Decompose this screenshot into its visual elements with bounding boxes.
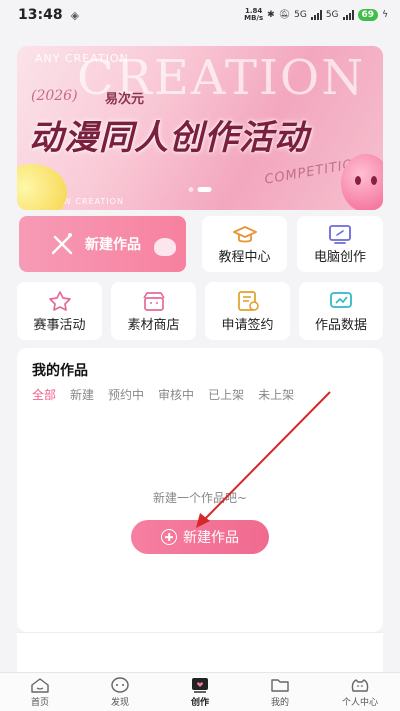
material-store-tile[interactable]: 素材商店 <box>111 282 196 340</box>
cat-mascot-icon <box>154 238 176 256</box>
filter-tab-published[interactable]: 已上架 <box>208 386 244 403</box>
nav-home-label: 首页 <box>30 697 49 708</box>
profile-icon <box>351 678 369 692</box>
graduation-cap-icon <box>232 226 257 243</box>
nav-discover[interactable]: 发现 <box>80 673 160 711</box>
pc-create-tile[interactable]: 电脑创作 <box>297 216 383 272</box>
work-data-tile[interactable]: 作品数据 <box>299 282 383 340</box>
sign-contract-tile[interactable]: 申请签约 <box>205 282 290 340</box>
discover-icon <box>111 676 129 693</box>
filter-tab-all[interactable]: 全部 <box>32 386 56 403</box>
contract-icon <box>237 291 259 311</box>
battery-indicator: 69 <box>357 9 379 21</box>
magic-wand-icon <box>51 233 73 255</box>
events-tile[interactable]: 赛事活动 <box>17 282 102 340</box>
bluetooth-icon: ✱ <box>267 10 275 20</box>
create-icon <box>192 677 208 693</box>
create-work-button[interactable]: 新建作品 <box>131 520 269 554</box>
tutorial-center-label: 教程中心 <box>218 250 271 265</box>
works-filter-tabs: 全部 新建 预约中 审核中 已上架 未上架 <box>32 386 294 403</box>
signal-2-label: 5G <box>325 10 339 20</box>
new-work-tile[interactable]: 新建作品 <box>19 216 186 272</box>
data-screen-icon <box>330 292 352 308</box>
banner-small-text: ANY CREATION <box>35 52 129 65</box>
filter-tab-new[interactable]: 新建 <box>70 386 94 403</box>
signal-1-label: 5G <box>294 10 307 20</box>
notification-icon: ◈ <box>70 8 80 22</box>
nav-home[interactable]: 首页 <box>0 673 80 711</box>
nav-profile[interactable]: 个人中心 <box>320 673 400 711</box>
empty-state-text: 新建一个作品吧~ <box>152 491 248 505</box>
store-icon <box>142 292 165 311</box>
carousel-dot-active[interactable] <box>197 187 212 192</box>
nav-profile-label: 个人中心 <box>341 697 378 708</box>
bottom-navigation: 首页 发现 创作 我的 个人中心 <box>0 672 400 711</box>
nav-mine-label: 我的 <box>270 697 289 708</box>
banner-brand: 易次元 <box>105 92 145 107</box>
new-work-label: 新建作品 <box>85 237 141 253</box>
my-works-card: 我的作品 全部 新建 预约中 审核中 已上架 未上架 新建一个作品吧~ 新建作品 <box>17 348 383 632</box>
create-work-button-label: 新建作品 <box>183 530 239 546</box>
nav-mine[interactable]: 我的 <box>240 673 320 711</box>
signal-2-icon <box>342 10 354 20</box>
lower-card <box>17 632 383 672</box>
events-label: 赛事活动 <box>33 318 86 333</box>
banner-title: 动漫同人创作活动 <box>29 118 309 158</box>
carousel-indicator <box>188 187 212 192</box>
home-icon <box>31 677 49 693</box>
folder-icon <box>271 678 289 692</box>
banner-year: (2026) <box>31 88 78 104</box>
computer-icon <box>329 225 351 244</box>
signal-1-icon <box>310 10 322 20</box>
nav-discover-label: 发现 <box>110 697 129 708</box>
status-icons: 1.84 MB/s ✱ 🔕︎ 5G 5G 69 ϟ <box>244 8 388 22</box>
filter-tab-reviewing[interactable]: 审核中 <box>158 386 194 403</box>
my-works-title: 我的作品 <box>32 363 88 379</box>
nav-create[interactable]: 创作 <box>160 673 240 711</box>
filter-tab-reserved[interactable]: 预约中 <box>108 386 144 403</box>
banner-mascot-yellow <box>17 164 67 210</box>
event-banner[interactable]: CREATION ANY CREATION (2026) 易次元 动漫同人创作活… <box>17 46 383 210</box>
filter-tab-unpublished[interactable]: 未上架 <box>258 386 294 403</box>
tutorial-center-tile[interactable]: 教程中心 <box>202 216 287 272</box>
status-bar: 13:48 ◈ 1.84 MB/s ✱ 🔕︎ 5G 5G 69 ϟ <box>0 0 400 30</box>
charging-icon: ϟ <box>382 10 388 20</box>
carousel-dot[interactable] <box>188 187 194 192</box>
status-time: 13:48 <box>18 7 63 23</box>
network-speed: 1.84 MB/s <box>244 7 264 22</box>
nav-create-label: 创作 <box>190 697 209 708</box>
pc-create-label: 电脑创作 <box>313 250 366 265</box>
mute-icon: 🔕︎ <box>278 10 291 20</box>
star-crown-icon <box>48 291 71 311</box>
sign-contract-label: 申请签约 <box>221 318 274 333</box>
banner-mascot-pink <box>341 154 383 210</box>
work-data-label: 作品数据 <box>314 318 367 333</box>
material-store-label: 素材商店 <box>127 318 180 333</box>
plus-circle-icon <box>161 529 177 545</box>
